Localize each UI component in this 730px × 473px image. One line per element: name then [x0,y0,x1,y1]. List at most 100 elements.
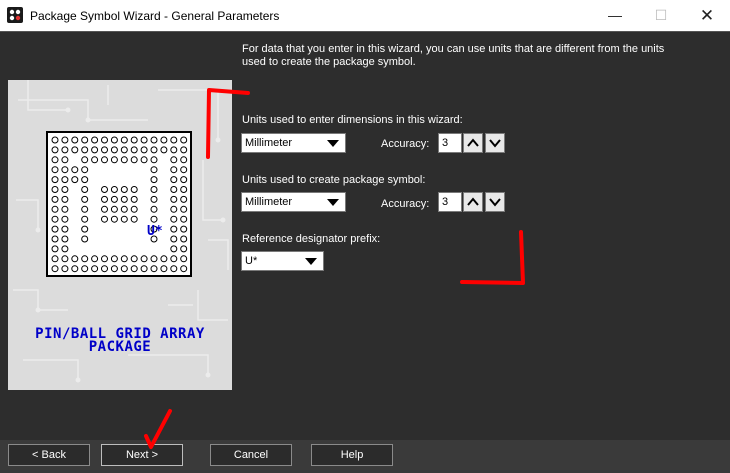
ball-pad [170,146,178,154]
ball-pad [180,265,188,273]
ball-pad [120,156,128,164]
wizard-accuracy-down-button[interactable] [485,133,505,153]
ball-grid [51,136,188,273]
next-button[interactable]: Next > [101,444,183,466]
ball-pad [51,225,59,233]
ball-pad [140,156,148,164]
ball-pad [61,245,69,253]
ball-pad [81,235,89,243]
ball-pad [110,146,118,154]
maximize-button[interactable]: ☐ [638,0,684,31]
symbol-accuracy-value: 3 [442,196,449,208]
package-type-line2: PACKAGE [88,339,152,355]
ball-pad [101,146,108,154]
ball-pad [150,265,158,273]
ball-pad [170,186,178,193]
ball-pad [51,136,59,144]
ball-pad [51,176,59,184]
ball-pad [140,136,148,144]
package-type-label: PIN/BALL GRID ARRAY PACKAGE [8,327,232,355]
symbol-units-value: Millimeter [245,196,293,208]
title-bar: Package Symbol Wizard - General Paramete… [0,0,730,31]
ball-pad [170,136,178,144]
ball-pad [110,186,118,193]
back-button[interactable]: < Back [8,444,90,466]
ball-pad [130,136,138,144]
wizard-accuracy-label: Accuracy: [381,138,430,150]
ball-pad [61,265,69,273]
ball-pad [110,215,118,223]
ball-pad [61,205,69,213]
ball-pad [140,146,148,154]
close-button[interactable]: ✕ [684,0,730,31]
minimize-button[interactable]: — [592,0,638,31]
annotation-corner-bottom-right [460,230,525,285]
arrow-down-icon [489,198,501,207]
symbol-units-label: Units used to create package symbol: [242,174,426,186]
ball-pad [120,136,128,144]
ball-pad [180,215,188,223]
wizard-accuracy-up-button[interactable] [463,133,483,153]
ball-pad [61,146,69,154]
ball-pad [61,195,69,203]
ball-pad [150,195,158,203]
ball-pad [91,156,99,164]
ball-pad [120,255,128,263]
wizard-units-select[interactable]: Millimeter [241,133,346,153]
ball-pad [170,205,178,213]
help-button[interactable]: Help [311,444,393,466]
ball-pad [170,265,178,273]
ball-pad [81,265,89,273]
wizard-description: For data that you enter in this wizard, … [242,43,665,68]
designator-label: U* [147,224,163,239]
ball-pad [130,186,138,193]
symbol-accuracy-down-button[interactable] [485,192,505,212]
ball-pad [170,245,178,253]
ball-pad [130,205,138,213]
symbol-accuracy-up-button[interactable] [463,192,483,212]
ball-pad [150,215,158,223]
ball-pad [101,265,108,273]
ball-pad [110,205,118,213]
close-icon: ✕ [699,6,715,25]
bga-package-outline: U* [46,131,192,277]
ball-pad [110,265,118,273]
ball-pad [180,245,188,253]
ball-pad [130,156,138,164]
ball-pad [101,136,108,144]
ball-pad [130,255,138,263]
ball-pad [150,176,158,184]
symbol-units-select[interactable]: Millimeter [241,192,346,212]
ball-pad [170,255,178,263]
ball-pad [61,215,69,223]
symbol-accuracy-field[interactable]: 3 [438,192,462,212]
ball-pad [71,255,79,263]
ball-pad [51,245,59,253]
ball-pad [51,265,59,273]
ball-pad [51,235,59,243]
ball-pad [51,166,59,174]
wizard-units-label: Units used to enter dimensions in this w… [242,114,463,126]
ball-pad [120,205,128,213]
ball-pad [81,136,89,144]
wizard-accuracy-value: 3 [442,137,449,149]
ball-pad [150,186,158,193]
ball-pad [71,166,79,174]
maximize-icon: ☐ [654,7,668,23]
ball-pad [61,255,69,263]
refdes-select[interactable]: U* [241,251,324,271]
wizard-accuracy-field[interactable]: 3 [438,133,462,153]
ball-pad [81,156,89,164]
ball-pad [71,136,79,144]
ball-pad [160,146,168,154]
cancel-button[interactable]: Cancel [210,444,292,466]
chevron-down-icon [305,258,317,265]
chevron-down-icon [327,140,339,147]
minimize-icon: — [608,7,622,23]
ball-pad [110,156,118,164]
arrow-down-icon [489,139,501,148]
ball-pad [160,136,168,144]
ball-pad [110,136,118,144]
ball-pad [180,195,188,203]
ball-pad [61,166,69,174]
